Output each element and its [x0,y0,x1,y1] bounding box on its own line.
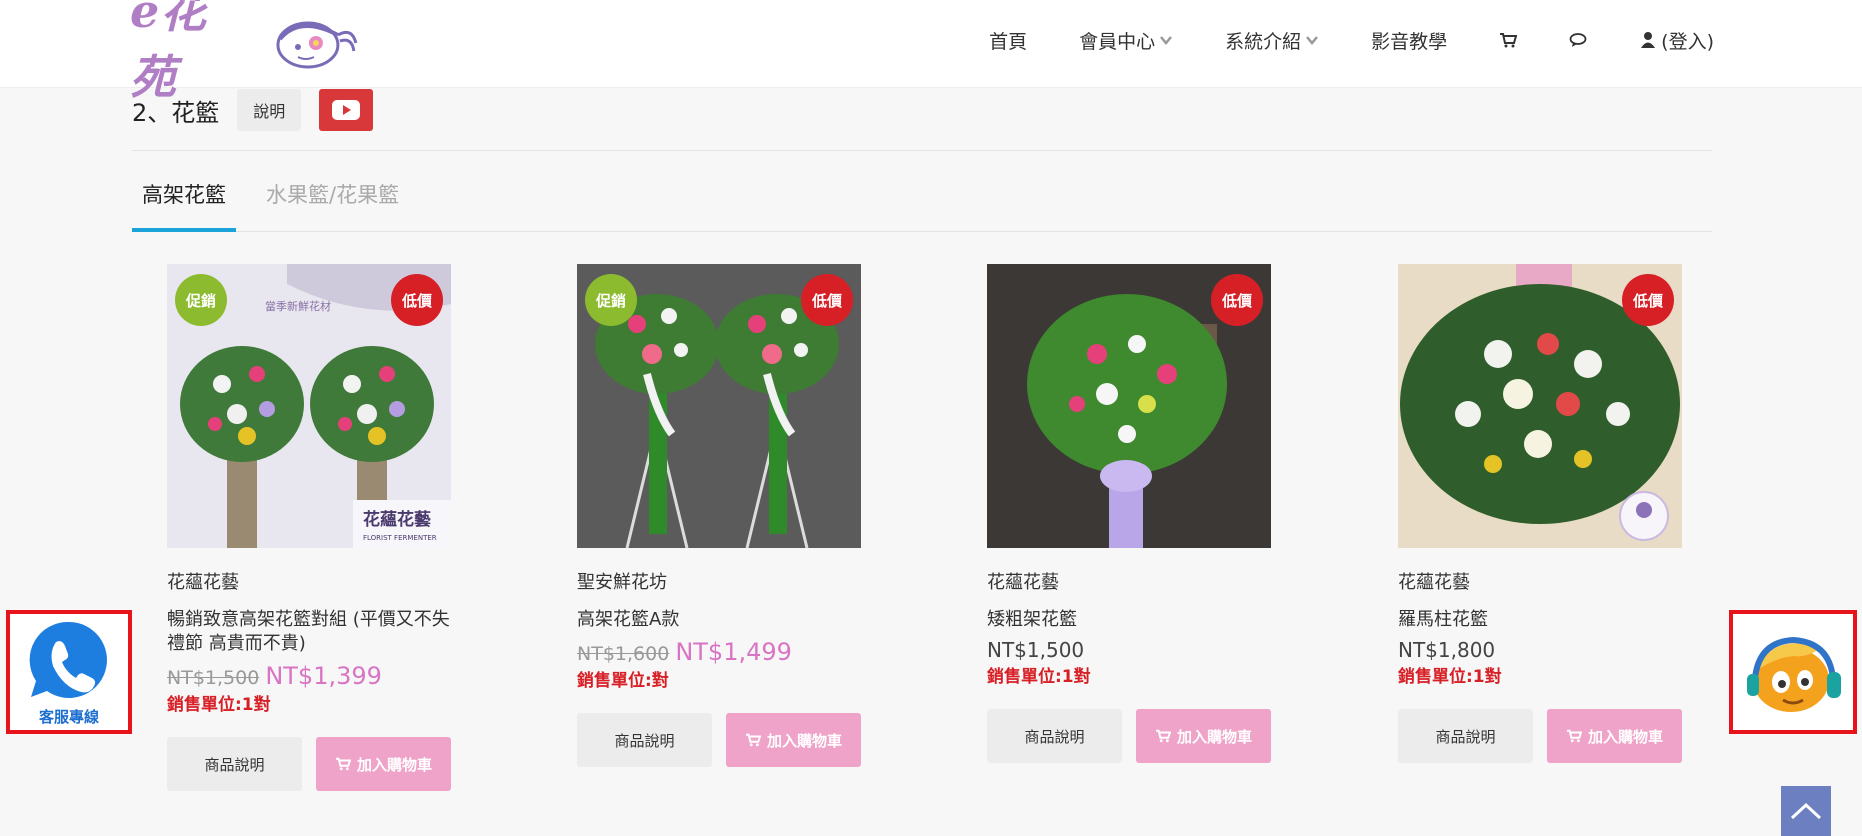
section-divider [132,150,1712,151]
cart-icon [1500,33,1518,48]
product-description-button[interactable]: 商品說明 [987,709,1122,763]
add-to-cart-button[interactable]: 加入購物車 [726,713,861,767]
product-image[interactable]: 低價 [987,264,1271,548]
sales-unit: 銷售單位:1對 [1398,667,1502,687]
tab-fruit-basket[interactable]: 水果籃/花果籃 [256,176,409,232]
product-card: 低價 花蘊花藝 矮粗架花籃 NT$1,500 銷售單位:1對 商品說明 加入購物… [987,264,1271,763]
nav-member-center[interactable]: 會員中心 [1079,27,1173,54]
customer-service-label: 客服專線 [38,708,99,726]
cart-icon [335,757,351,771]
product-description-button[interactable]: 商品說明 [167,737,302,791]
price-row: NT$1,500 [987,638,1271,662]
sale-price: NT$1,499 [675,638,792,666]
chevron-down-icon [1160,36,1173,45]
price: NT$1,800 [1398,638,1496,662]
low-price-badge: 低價 [801,274,853,326]
login-label: (登入) [1661,30,1714,53]
image-banner-text: 當季新鮮花材 [265,299,331,313]
nav-system-label: 系統介紹 [1225,30,1302,53]
original-price: NT$1,600 [577,643,670,665]
sales-unit: 銷售單位:對 [577,671,669,691]
image-caption: 花蘊花藝 [363,509,431,530]
product-image[interactable]: 促銷 低價 [577,264,861,548]
promo-badge: 促銷 [175,274,227,326]
price: NT$1,500 [987,638,1085,662]
add-to-cart-button[interactable]: 加入購物車 [1547,709,1682,763]
product-image[interactable]: 當季新鮮花材 花蘊花藝 FLORIST FERMENTER 促銷 低價 [167,264,451,548]
add-to-cart-button[interactable]: 加入購物車 [1136,709,1271,763]
product-name[interactable]: 高架花籃A款 [577,608,861,632]
image-caption-sub: FLORIST FERMENTER [363,534,437,542]
product-actions: 商品說明 加入購物車 [577,713,861,767]
chat-assistant-widget[interactable] [1729,610,1857,734]
tab-tall-basket[interactable]: 高架花籃 [132,176,236,232]
product-actions: 商品說明 加入購物車 [1398,709,1682,763]
product-description-button[interactable]: 商品說明 [577,713,712,767]
nav-system-intro[interactable]: 系統介紹 [1225,27,1319,54]
product-name[interactable]: 矮粗架花籃 [987,608,1271,632]
mascot-headset-icon [1747,636,1841,712]
cart-icon [1566,729,1582,743]
product-actions: 商品說明 加入購物車 [987,709,1271,763]
sales-unit: 銷售單位:1對 [987,667,1091,687]
product-actions: 商品說明 加入購物車 [167,737,451,791]
logo-text: e花苑 [130,0,208,104]
logo-mascot-icon [276,21,358,69]
shop-name[interactable]: 花蘊花藝 [167,568,451,594]
nav-home[interactable]: 首頁 [989,27,1027,54]
price-row: NT$1,800 [1398,638,1682,662]
nav-login[interactable]: (登入) [1639,27,1714,54]
add-to-cart-label: 加入購物車 [356,755,432,774]
add-to-cart-label: 加入購物車 [1587,727,1663,746]
price-row: NT$1,600 NT$1,499 [577,638,861,666]
cart-icon [1155,729,1171,743]
price-row: NT$1,500 NT$1,399 [167,662,451,690]
low-price-badge: 低價 [1622,274,1674,326]
product-card: 促銷 低價 聖安鮮花坊 高架花籃A款 NT$1,600 NT$1,499 銷售單… [577,264,861,767]
arrow-up-icon [1790,802,1822,820]
shop-name[interactable]: 花蘊花藝 [1398,568,1682,594]
shop-name[interactable]: 聖安鮮花坊 [577,568,861,594]
nav-chat[interactable] [1569,31,1587,49]
add-to-cart-button[interactable]: 加入購物車 [316,737,451,791]
main-nav: 首頁 會員中心 系統介紹 影音教學 (登入) [989,0,1714,80]
shop-name[interactable]: 花蘊花藝 [987,568,1271,594]
add-to-cart-label: 加入購物車 [1176,727,1252,746]
chat-icon [1569,33,1587,47]
cart-icon [745,733,761,747]
nav-cart[interactable] [1499,31,1518,49]
site-logo[interactable]: e花苑 [130,0,360,104]
low-price-badge: 低價 [391,274,443,326]
promo-badge: 促銷 [585,274,637,326]
nav-video-tutorial[interactable]: 影音教學 [1371,27,1447,54]
original-price: NT$1,500 [167,667,260,689]
back-to-top-button[interactable] [1781,786,1831,836]
sale-price: NT$1,399 [265,662,382,690]
add-to-cart-label: 加入購物車 [766,731,842,750]
nav-video-label: 影音教學 [1371,30,1448,53]
category-tabs: 高架花籃 水果籃/花果籃 [132,176,1712,232]
youtube-button[interactable] [319,89,374,131]
product-name[interactable]: 暢銷致意高架花籃對組 (平價又不失禮節 高貴而不貴) [167,608,451,656]
site-header: e花苑 首頁 會員中心 系統介紹 影音教學 (登入) [0,0,1862,104]
chevron-down-icon [1306,36,1319,45]
product-image[interactable]: 低價 [1398,264,1682,548]
sales-unit: 銷售單位:1對 [167,695,271,715]
nav-home-label: 首頁 [989,30,1028,53]
product-card: 當季新鮮花材 花蘊花藝 FLORIST FERMENTER 促銷 低價 花蘊花藝… [167,264,451,791]
product-card: 低價 花蘊花藝 羅馬柱花籃 NT$1,800 銷售單位:1對 商品說明 加入購物… [1398,264,1682,763]
youtube-icon [332,100,361,120]
customer-service-widget[interactable]: 客服專線 [6,610,132,734]
nav-member-label: 會員中心 [1079,30,1156,53]
product-name[interactable]: 羅馬柱花籃 [1398,608,1682,632]
product-description-button[interactable]: 商品說明 [1398,709,1533,763]
low-price-badge: 低價 [1211,274,1263,326]
user-icon [1641,32,1656,48]
